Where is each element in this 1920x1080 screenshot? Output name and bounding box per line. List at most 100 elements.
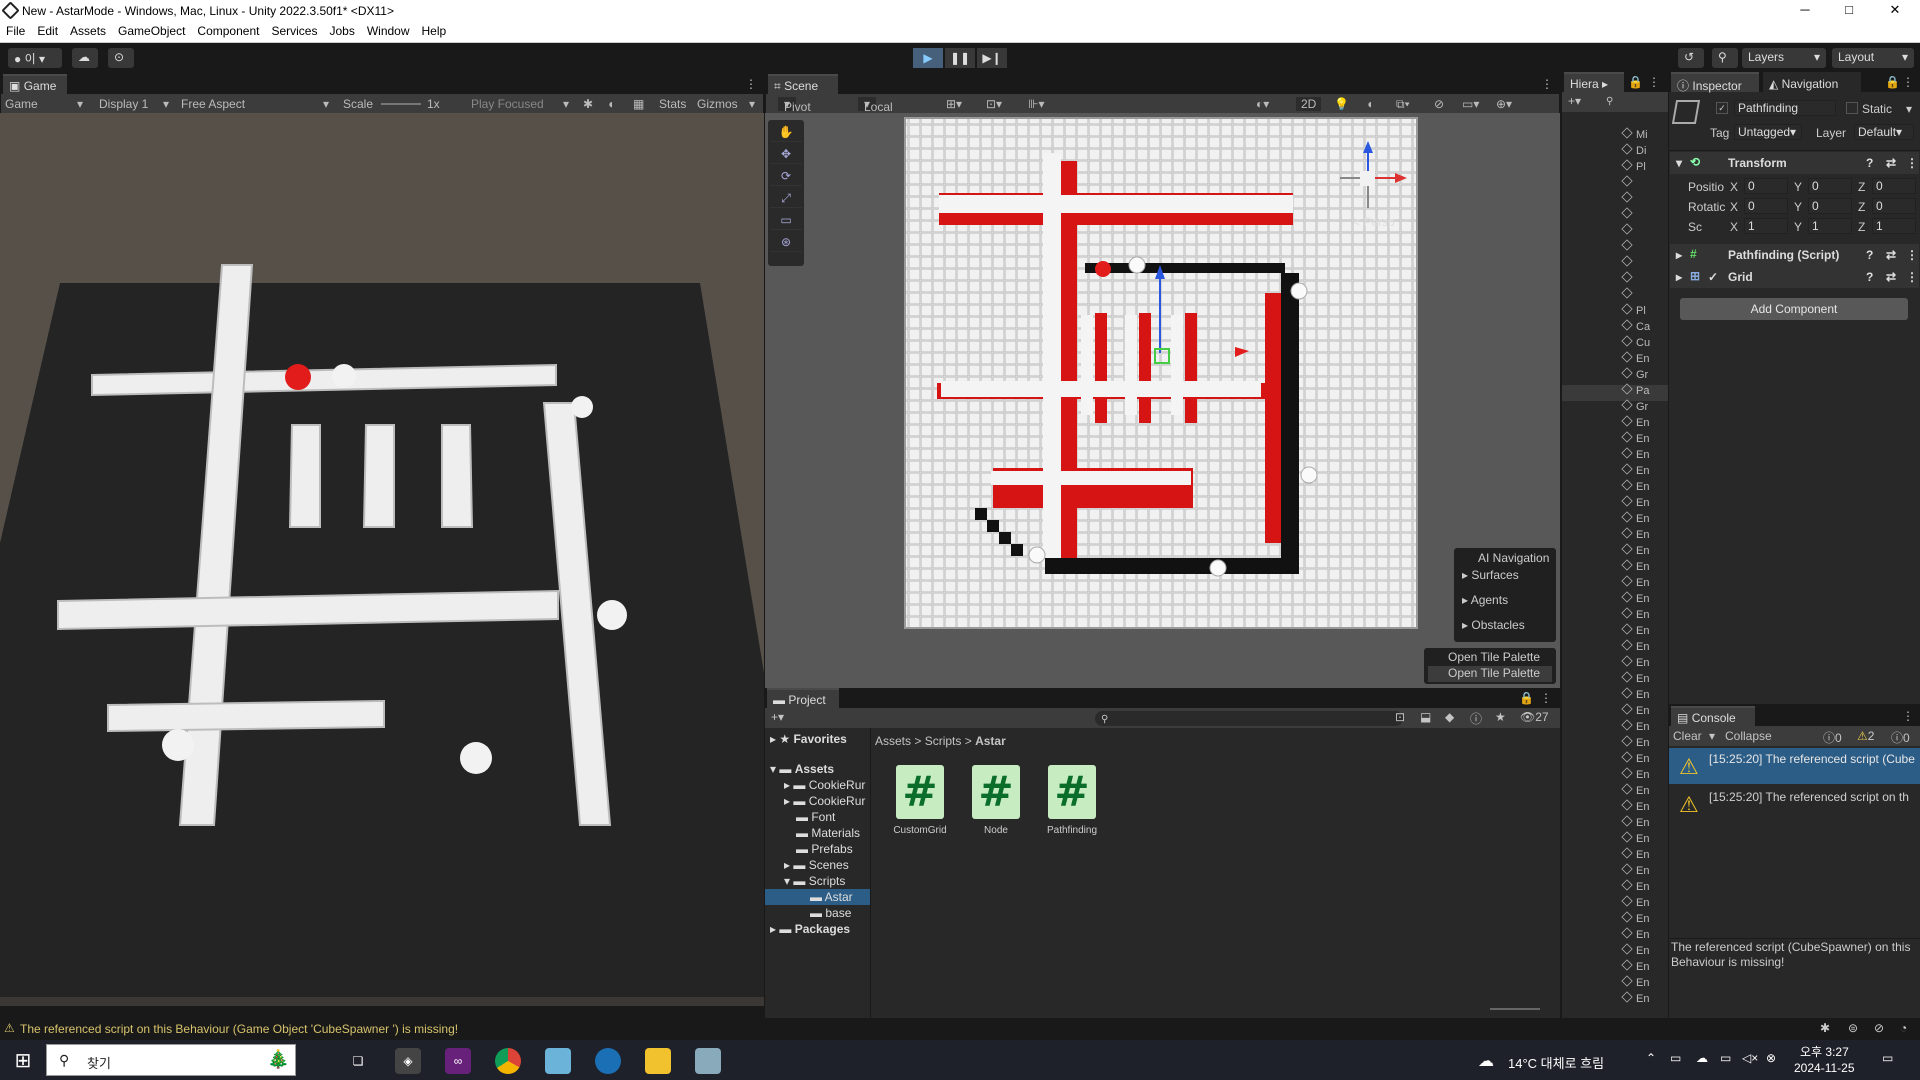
hierarchy-item[interactable]: En [1621,431,1666,448]
hierarchy-item[interactable]: En [1621,623,1666,640]
windows-start-icon[interactable]: ⊞ [10,1048,36,1074]
hierarchy-item[interactable]: En [1621,879,1666,896]
close-button[interactable]: ✕ [1880,2,1910,20]
hierarchy-item[interactable]: En [1621,831,1666,848]
open-tile-palette-button[interactable]: Open Tile Palette [1428,666,1552,682]
hidden-objects-icon[interactable]: ⊘ [1434,97,1444,111]
scene-view[interactable]: < Persp [765,113,1560,688]
create-button[interactable]: +▾ [1568,94,1581,108]
tree-materials[interactable]: ▬ Materials [796,826,860,840]
lighting-icon[interactable]: 💡 [1334,97,1349,111]
rotate-tool-icon[interactable]: ⟳ [770,166,802,186]
hierarchy-item[interactable]: Ca [1621,319,1666,336]
chevron-down-icon[interactable]: ▾ [1906,102,1912,116]
weather-text[interactable]: 14°C 대체로 흐림 [1508,1053,1604,1072]
audio-icon[interactable]: ◖ [1366,97,1373,111]
filter-type-icon[interactable]: ⊡ [1395,710,1405,724]
menu-edit[interactable]: Edit [31,22,64,38]
hierarchy-item[interactable] [1621,287,1666,304]
more-icon[interactable]: ⋮ [1540,691,1552,705]
asset-customgrid[interactable]: # CustomGrid [882,765,958,836]
tree-cookierun-2[interactable]: ▸ ▬ CookieRur [784,794,865,808]
obstacles-item[interactable]: ▸ Obstacles [1462,618,1525,632]
enabled-check-icon[interactable]: ✓ [1708,270,1718,284]
chevron-up-icon[interactable]: ⌃ [1646,1051,1656,1065]
menu-gameobject[interactable]: GameObject [112,22,191,38]
hierarchy-item[interactable]: Di [1621,143,1666,160]
progress-icon[interactable]: ◔ [1900,1021,1907,1035]
aspect-dropdown[interactable]: Free Aspect [181,97,245,111]
surfaces-item[interactable]: ▸ Surfaces [1462,568,1519,582]
tree-base[interactable]: ▬ base [810,906,851,920]
transform-x-input[interactable]: 1 [1744,218,1788,234]
breadcrumb-assets[interactable]: Assets [875,734,911,748]
lock-icon[interactable]: 🔒 [1885,75,1900,89]
hierarchy-item[interactable]: En [1621,719,1666,736]
rect-tool-icon[interactable]: ▭ [770,210,802,230]
chrome-icon[interactable] [495,1048,521,1074]
hierarchy-item[interactable]: En [1621,959,1666,976]
play-focused-dropdown[interactable]: Play Focused [471,97,544,111]
preset-icon[interactable]: ⇄ [1886,270,1896,284]
maximize-button[interactable]: □ [1834,2,1864,20]
clock-time[interactable]: 오후 3:27 [1800,1043,1849,1060]
tab-project[interactable]: ▬ Project [767,688,839,708]
tree-astar[interactable]: ▬ Astar [810,890,853,904]
menu-assets[interactable]: Assets [64,22,112,38]
step-button[interactable]: ▶❙ [977,48,1007,68]
hierarchy-item[interactable]: En [1621,943,1666,960]
hierarchy-item[interactable]: En [1621,543,1666,560]
mute-icon[interactable]: ◁× [1742,1051,1758,1065]
layout-dropdown[interactable]: Layout ▾ [1832,48,1914,68]
hierarchy-item[interactable]: En [1621,447,1666,464]
notepad-icon[interactable] [545,1048,571,1074]
menu-jobs[interactable]: Jobs [323,22,360,38]
help-icon[interactable]: ? [1866,248,1873,262]
paint-icon[interactable] [695,1048,721,1074]
filter-label-icon[interactable]: ⬓ [1420,710,1431,724]
hierarchy-item[interactable]: Mi [1621,127,1666,144]
layer-dropdown[interactable]: Default▾ [1854,124,1914,140]
tree-cookierun-1[interactable]: ▸ ▬ CookieRur [784,778,865,792]
hierarchy-item[interactable]: En [1621,703,1666,720]
grid-component[interactable]: ▸ ⊞ ✓ Grid ? ⇄ ⋮ [1670,266,1919,288]
hierarchy-item[interactable]: En [1621,527,1666,544]
scale-slider[interactable] [381,103,421,105]
help-icon[interactable]: ? [1866,156,1873,170]
hierarchy-item[interactable]: En [1621,559,1666,576]
layers-dropdown[interactable]: Layers ▾ [1742,48,1826,68]
gizmos-dropdown[interactable]: Gizmos [697,97,738,111]
hand-tool-icon[interactable]: ✋ [770,122,802,142]
notification-icon[interactable]: ▭ [1882,1051,1893,1065]
snap-increment-icon[interactable]: ⊡▾ [986,97,1002,111]
hierarchy-item[interactable] [1621,271,1666,288]
menu-services[interactable]: Services [265,22,323,38]
star-icon[interactable]: ★ [1495,710,1506,724]
display-dropdown[interactable]: Display 1 [99,97,148,111]
search-icon[interactable]: ⚲ [1712,48,1738,68]
hierarchy-item[interactable]: En [1621,463,1666,480]
close-circle-icon[interactable]: ⊗ [1766,1051,1776,1065]
search-icon[interactable]: ⚲ [1606,96,1613,107]
hierarchy-item[interactable]: En [1621,575,1666,592]
grid-snap-icon[interactable]: ⊞▾ [946,97,962,111]
preset-icon[interactable]: ⇄ [1886,248,1896,262]
hierarchy-item[interactable]: En [1621,863,1666,880]
lock-icon[interactable]: 🔒 [1628,75,1643,89]
collab-icon[interactable]: ⊙ [108,48,134,68]
play-button[interactable]: ▶ [913,48,943,68]
persp-label[interactable]: < Persp [1353,215,1395,229]
more-icon[interactable]: ⋮ [1902,75,1914,89]
stats-button[interactable]: Stats [659,97,686,111]
tab-inspector[interactable]: ⓘ Inspector [1671,72,1759,93]
hierarchy-item[interactable] [1621,223,1666,240]
hierarchy-item[interactable]: En [1621,351,1666,368]
transform-y-input[interactable]: 0 [1808,178,1852,194]
hierarchy-item[interactable]: En [1621,799,1666,816]
info-count[interactable]: ⓘ0 [1891,729,1910,746]
tab-navigation[interactable]: ◭ Navigation [1763,72,1861,92]
search-input[interactable]: ⚲ [1095,711,1403,726]
warning-count[interactable]: ⚠2 [1857,729,1874,743]
transform-z-input[interactable]: 1 [1872,218,1916,234]
more-icon[interactable]: ⋮ [1906,156,1918,170]
